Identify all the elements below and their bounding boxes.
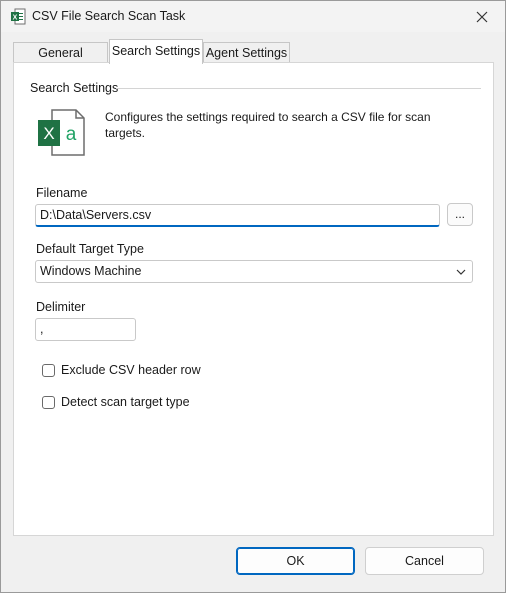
delimiter-input[interactable]: , bbox=[35, 318, 136, 341]
excel-icon: X bbox=[11, 8, 26, 25]
close-icon bbox=[476, 11, 488, 22]
title-bar: X CSV File Search Scan Task bbox=[1, 1, 505, 32]
detect-type-label[interactable]: Detect scan target type bbox=[61, 395, 190, 409]
cancel-button[interactable]: Cancel bbox=[365, 547, 484, 575]
exclude-header-checkbox[interactable] bbox=[42, 364, 55, 377]
svg-text:X: X bbox=[13, 15, 18, 22]
svg-text:X: X bbox=[43, 124, 54, 143]
detect-type-checkbox[interactable] bbox=[42, 396, 55, 409]
svg-text:a: a bbox=[66, 124, 77, 145]
browse-button[interactable]: ... bbox=[447, 203, 473, 226]
filename-label: Filename bbox=[36, 186, 88, 200]
default-target-type-select[interactable]: Windows Machine bbox=[35, 260, 473, 283]
search-settings-panel: Search Settings X a Configures the setti… bbox=[13, 62, 494, 536]
filename-input[interactable]: D:\Data\Servers.csv bbox=[35, 204, 440, 227]
tab-strip: General Settings Search Settings Agent S… bbox=[13, 39, 495, 80]
exclude-header-label[interactable]: Exclude CSV header row bbox=[61, 363, 201, 377]
ok-button[interactable]: OK bbox=[236, 547, 355, 575]
window-title: CSV File Search Scan Task bbox=[32, 9, 186, 23]
tab-general-settings[interactable]: General Settings bbox=[13, 42, 108, 80]
tab-agent-settings[interactable]: Agent Settings bbox=[203, 42, 290, 63]
chevron-down-icon bbox=[456, 269, 466, 275]
group-title: Search Settings bbox=[30, 81, 119, 95]
excel-csv-file-icon: X a bbox=[38, 109, 85, 156]
default-target-type-value: Windows Machine bbox=[40, 264, 142, 278]
dialog-window: X CSV File Search Scan Task General Sett… bbox=[0, 0, 506, 593]
tab-search-settings[interactable]: Search Settings bbox=[109, 39, 203, 64]
default-target-type-label: Default Target Type bbox=[36, 242, 144, 256]
close-button[interactable] bbox=[459, 1, 505, 32]
delimiter-label: Delimiter bbox=[36, 300, 86, 314]
group-divider bbox=[116, 88, 481, 89]
description-text: Configures the settings required to sear… bbox=[105, 110, 431, 140]
